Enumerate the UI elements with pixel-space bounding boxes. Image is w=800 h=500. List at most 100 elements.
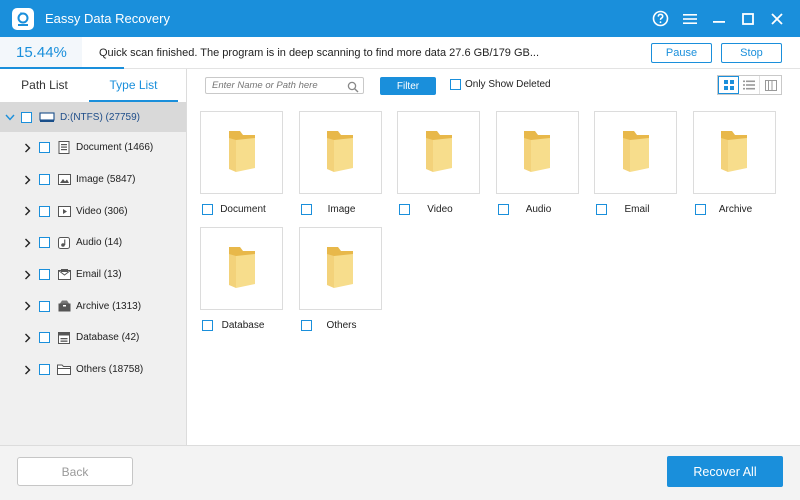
type-card[interactable]: Others [298, 227, 382, 336]
chevron-right-icon[interactable] [20, 301, 34, 311]
card-label-row: Archive [693, 198, 776, 220]
tree-item-checkbox[interactable] [39, 142, 50, 154]
tree-item-checkbox[interactable] [39, 205, 50, 217]
tree-item[interactable]: Archive (1313) [0, 290, 186, 322]
type-card[interactable]: Document [200, 111, 283, 220]
tree-item-checkbox[interactable] [39, 364, 50, 376]
folder-icon [621, 128, 651, 177]
list-view-icon[interactable] [739, 76, 760, 94]
tab-type-list[interactable]: Type List [89, 69, 178, 102]
card-label: Image [327, 203, 356, 215]
scan-progress-bar: 15.44% Quick scan finished. The program … [0, 37, 800, 69]
search-icon[interactable] [347, 80, 359, 93]
folder-icon [227, 128, 257, 177]
detail-view-icon[interactable] [760, 76, 781, 94]
only-deleted-toggle[interactable]: Only Show Deleted [450, 79, 551, 90]
tab-path-list[interactable]: Path List [0, 69, 89, 102]
tree-item-label: Archive (1313) [76, 300, 142, 312]
chevron-right-icon[interactable] [20, 143, 34, 153]
search-box [205, 77, 364, 94]
only-deleted-checkbox[interactable] [450, 79, 461, 90]
drive-icon [39, 110, 55, 124]
close-icon[interactable] [767, 9, 786, 28]
type-card[interactable]: Audio [495, 111, 579, 220]
chevron-right-icon[interactable] [20, 238, 34, 248]
tree-item[interactable]: Others (18758) [0, 354, 186, 386]
recover-all-button[interactable]: Recover All [667, 456, 783, 487]
card-checkbox[interactable] [694, 203, 706, 215]
folder-icon [424, 128, 454, 177]
tree-item-label: Others (18758) [76, 364, 144, 376]
card-label: Document [220, 203, 266, 215]
chevron-right-icon[interactable] [20, 365, 34, 375]
folder-tile[interactable] [298, 227, 382, 310]
type-card[interactable]: Database [200, 227, 283, 336]
tree-item[interactable]: Audio (14) [0, 227, 186, 259]
pause-button[interactable]: Pause [651, 43, 712, 63]
tree-item-checkbox[interactable] [39, 174, 50, 186]
tree-item-checkbox[interactable] [39, 269, 50, 281]
folder-tile[interactable] [594, 111, 677, 194]
type-card[interactable]: Image [298, 111, 382, 220]
tree-item[interactable]: Document (1466) [0, 132, 186, 164]
tree-item[interactable]: Email (13) [0, 259, 186, 291]
tree-item[interactable]: Database (42) [0, 322, 186, 354]
card-checkbox[interactable] [399, 203, 410, 215]
chevron-right-icon[interactable] [20, 206, 34, 216]
card-checkbox[interactable] [596, 203, 607, 215]
type-card[interactable]: Email [594, 111, 677, 220]
card-label-row: Document [200, 198, 283, 220]
tree-root-drive[interactable]: D:(NTFS) (27759) [0, 102, 186, 132]
filter-button[interactable]: Filter [380, 77, 436, 95]
chevron-right-icon[interactable] [20, 333, 34, 343]
folder-icon [522, 128, 552, 177]
folder-tile[interactable] [200, 111, 283, 194]
card-checkbox[interactable] [497, 203, 509, 215]
footer-bar: Back Recover All [0, 445, 800, 500]
card-label: Email [624, 203, 650, 215]
folder-tile[interactable] [298, 111, 382, 194]
folder-tile[interactable] [397, 111, 480, 194]
chevron-right-icon[interactable] [20, 270, 34, 280]
tree-item-label: Email (13) [76, 269, 122, 281]
card-checkbox[interactable] [202, 319, 213, 331]
chevron-down-icon[interactable] [3, 114, 17, 121]
tree-item[interactable]: Video (306) [0, 195, 186, 227]
chevron-right-icon[interactable] [20, 175, 34, 185]
type-card[interactable]: Archive [692, 111, 776, 220]
card-label-row: Video [397, 198, 480, 220]
menu-icon[interactable] [680, 9, 699, 28]
back-button[interactable]: Back [17, 457, 133, 486]
card-checkbox[interactable] [300, 203, 312, 215]
sidebar: Path List Type List D:(NTFS) (27759) Doc… [0, 69, 187, 445]
tree-item-checkbox[interactable] [39, 237, 50, 249]
drive-label: D:(NTFS) (27759) [60, 111, 141, 123]
minimize-icon[interactable] [709, 9, 728, 28]
card-checkbox[interactable] [300, 319, 312, 331]
drive-checkbox[interactable] [21, 111, 32, 123]
maximize-icon[interactable] [738, 9, 757, 28]
grid-view-icon[interactable] [718, 76, 739, 94]
folder-tile[interactable] [692, 111, 776, 194]
title-bar: Eassy Data Recovery [0, 0, 800, 37]
document-icon [57, 141, 71, 155]
stop-button[interactable]: Stop [721, 43, 782, 63]
audio-icon [57, 236, 71, 250]
folder-tile[interactable] [200, 227, 283, 310]
folder-tile[interactable] [495, 111, 579, 194]
tree-item-label: Document (1466) [76, 142, 154, 154]
scan-percent: 15.44% [0, 37, 82, 68]
archive-icon [57, 299, 71, 313]
tree-item-label: Video (306) [76, 205, 128, 217]
card-checkbox[interactable] [202, 203, 213, 215]
tree-item-checkbox[interactable] [39, 332, 50, 344]
card-label-row: Others [299, 314, 382, 336]
card-label: Database [221, 319, 265, 331]
card-label-row: Image [299, 198, 382, 220]
search-input[interactable] [206, 78, 341, 93]
type-card[interactable]: Video [397, 111, 480, 220]
tree-item-checkbox[interactable] [39, 300, 50, 312]
tree-item[interactable]: Image (5847) [0, 164, 186, 196]
help-icon[interactable] [651, 9, 670, 28]
card-label: Video [427, 203, 453, 215]
